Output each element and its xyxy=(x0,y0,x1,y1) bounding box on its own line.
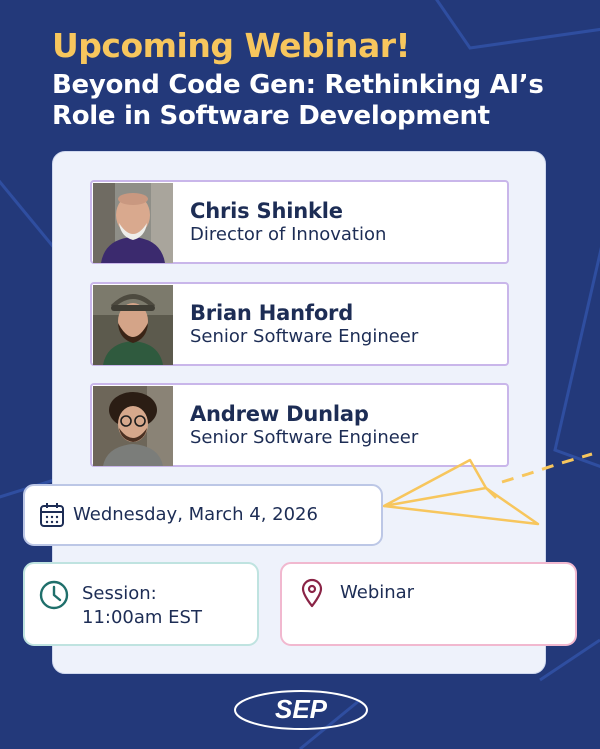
logo-text: SEP xyxy=(275,694,328,724)
speaker-photo xyxy=(93,183,173,263)
speaker-role: Senior Software Engineer xyxy=(190,326,419,347)
event-location: Webinar xyxy=(340,582,415,603)
date-card: Wednesday, March 4, 2026 xyxy=(23,484,383,546)
webinar-graphic: Upcoming Webinar! Beyond Code Gen: Rethi… xyxy=(0,0,600,749)
speaker-photo xyxy=(93,285,173,365)
speaker-name: Chris Shinkle xyxy=(190,199,343,223)
session-card: Session: 11:00am EST xyxy=(23,562,259,646)
speaker-card: Chris Shinkle Director of Innovation xyxy=(90,180,509,264)
webinar-title: Beyond Code Gen: Rethinking AI’s Role in… xyxy=(52,70,544,131)
event-date: Wednesday, March 4, 2026 xyxy=(73,504,318,525)
paper-plane-icon xyxy=(382,452,593,526)
speaker-photo xyxy=(93,386,173,466)
session-label: Session: xyxy=(82,583,157,604)
clock-icon xyxy=(39,580,69,610)
speaker-role: Director of Innovation xyxy=(190,224,387,245)
speaker-card: Brian Hanford Senior Software Engineer xyxy=(90,282,509,366)
session-time: 11:00am EST xyxy=(82,607,202,628)
calendar-icon xyxy=(40,503,64,527)
speaker-name: Andrew Dunlap xyxy=(190,402,369,426)
sep-logo: SEP xyxy=(234,690,368,730)
location-card: Webinar xyxy=(280,562,577,646)
speaker-name: Brian Hanford xyxy=(190,301,354,325)
eyebrow-heading: Upcoming Webinar! xyxy=(52,26,411,65)
location-pin-icon xyxy=(301,578,323,608)
